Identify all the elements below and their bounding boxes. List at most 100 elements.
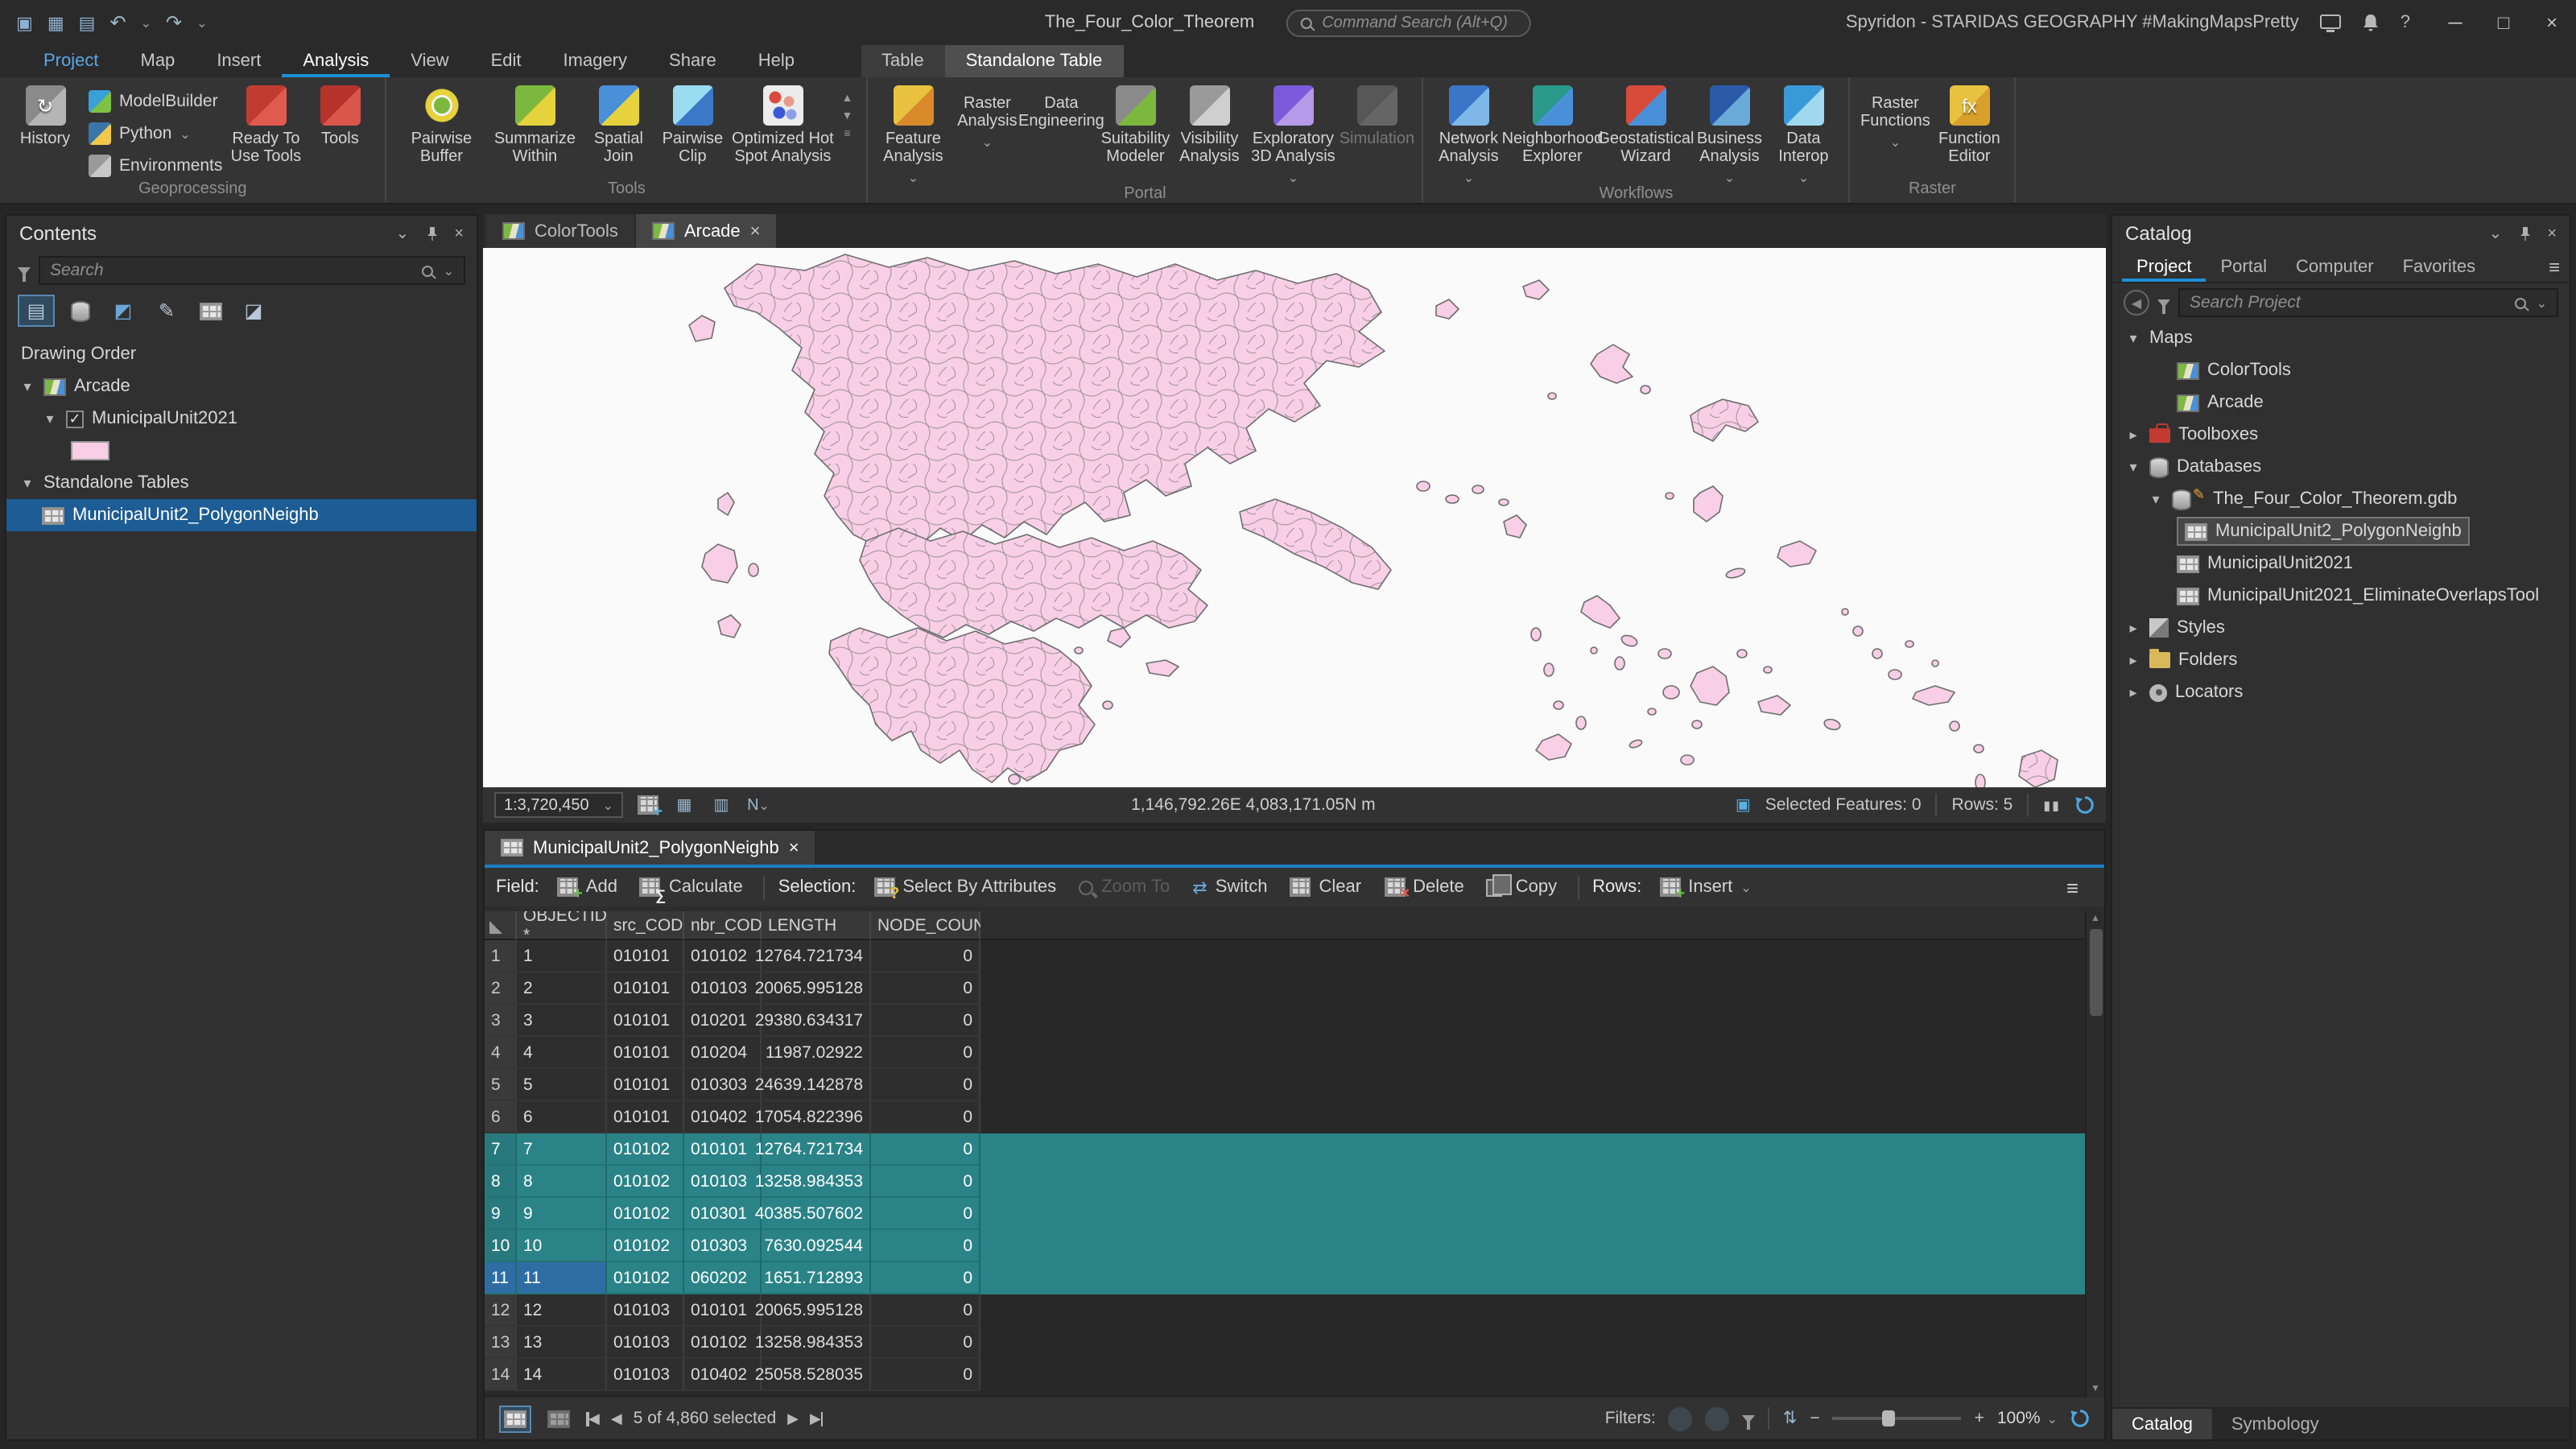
tab-imagery[interactable]: Imagery: [543, 45, 649, 77]
view-tab-colortools[interactable]: ColorTools: [486, 214, 634, 248]
minimize-button[interactable]: ─: [2431, 0, 2479, 45]
pairwise-buffer-button[interactable]: Pairwise Buffer: [394, 80, 488, 166]
catalog-node-colortools[interactable]: ColorTools: [2112, 354, 2570, 386]
expander-icon[interactable]: ▾: [42, 410, 58, 427]
close-button[interactable]: ×: [2528, 0, 2576, 45]
close-table-icon[interactable]: ×: [789, 838, 799, 857]
table-row-selected[interactable]: 10100101020103037630.0925440: [485, 1230, 2104, 1262]
spatial-join-button[interactable]: Spatial Join: [581, 80, 655, 166]
feature-analysis-button[interactable]: Feature Analysis⌄: [876, 80, 950, 185]
environments-button[interactable]: Environments: [89, 153, 222, 179]
add-field-button[interactable]: Add: [549, 874, 625, 900]
column-header-node-count[interactable]: NODE_COUNT: [871, 911, 980, 940]
suitability-modeler-button[interactable]: Suitability Modeler: [1098, 80, 1172, 166]
catalog-node-databases[interactable]: ▾ Databases: [2112, 451, 2570, 483]
list-by-drawing-order-icon[interactable]: ▤: [18, 295, 55, 327]
column-header-length[interactable]: LENGTH: [762, 911, 871, 940]
list-by-snapping-icon[interactable]: [192, 295, 229, 327]
tree-item-standalone-table[interactable]: MunicipalUnit2_PolygonNeighb: [6, 499, 477, 531]
tree-item-layer-municipalunit2021[interactable]: ▾ ✓ MunicipalUnit2021: [6, 402, 477, 435]
save-icon[interactable]: ▣: [16, 12, 33, 33]
back-icon[interactable]: ◀: [2124, 290, 2149, 316]
neighborhood-explorer-button[interactable]: Neighborhood Explorer: [1505, 80, 1599, 166]
tab-help[interactable]: Help: [737, 45, 815, 77]
table-zoom-slider[interactable]: [1833, 1417, 1962, 1420]
table-row[interactable]: 121201010301010120065.9951280: [485, 1294, 2104, 1327]
zoom-level-selector[interactable]: 100%⌄: [1997, 1409, 2058, 1428]
tab-table-contextual[interactable]: Table: [861, 45, 945, 77]
presenter-icon[interactable]: [2320, 14, 2341, 31]
tree-item-layer-symbol[interactable]: [6, 435, 477, 467]
next-record-button[interactable]: ▶: [787, 1410, 799, 1427]
contents-search-input[interactable]: Search ⌄: [39, 256, 465, 285]
tree-item-map-arcade[interactable]: ▾ Arcade: [6, 370, 477, 402]
catalog-tab-project[interactable]: Project: [2122, 251, 2207, 282]
table-row[interactable]: 131301010301010213258.9843530: [485, 1327, 2104, 1359]
bottom-tab-symbology[interactable]: Symbology: [2212, 1409, 2339, 1439]
selection-grid-icon[interactable]: [634, 794, 660, 816]
selected-item-highlight[interactable]: MunicipalUnit2_PolygonNeighb: [2177, 517, 2470, 546]
snapping-icon[interactable]: ▥: [708, 794, 734, 816]
switch-selection-button[interactable]: ⇄Switch: [1184, 873, 1275, 901]
refresh-table-icon[interactable]: [2070, 1409, 2090, 1428]
vertical-scrollbar[interactable]: ▲ ▼: [2085, 911, 2104, 1397]
catalog-node-folders[interactable]: ▸ Folders: [2112, 644, 2570, 676]
catalog-tab-portal[interactable]: Portal: [2207, 251, 2282, 282]
command-search-input[interactable]: Command Search (Alt+Q): [1286, 9, 1531, 36]
table-row[interactable]: 2201010101010320065.9951280: [485, 972, 2104, 1005]
copy-button[interactable]: Copy: [1479, 874, 1565, 900]
signed-in-account[interactable]: Spyridon - STARIDAS GEOGRAPHY #MakingMap…: [1846, 13, 2299, 32]
list-by-labeling-icon[interactable]: ◪: [235, 295, 272, 327]
catalog-node-arcade[interactable]: Arcade: [2112, 386, 2570, 419]
tab-view[interactable]: View: [390, 45, 469, 77]
add-data-icon[interactable]: ▦: [47, 12, 64, 33]
clear-selection-button[interactable]: Clear: [1282, 874, 1370, 900]
column-header-nbr-code[interactable]: nbr_CODE: [684, 911, 762, 940]
catalog-node-maps[interactable]: ▾ Maps: [2112, 322, 2570, 354]
notifications-bell-icon[interactable]: [2362, 13, 2380, 32]
tab-insert[interactable]: Insert: [196, 45, 282, 77]
filters-funnel-icon[interactable]: [1743, 1414, 1756, 1422]
insert-row-button[interactable]: Insert⌄: [1651, 874, 1759, 900]
zoom-to-button[interactable]: Zoom To: [1071, 874, 1178, 900]
close-view-icon[interactable]: ×: [750, 221, 761, 241]
catalog-node-gdb[interactable]: ▾ ✎ The_Four_Color_Theorem.gdb: [2112, 483, 2570, 515]
expander-icon[interactable]: ▾: [19, 378, 35, 395]
table-row[interactable]: 4401010101020411987.029220: [485, 1037, 2104, 1069]
modelbuilder-button[interactable]: ModelBuilder: [89, 89, 222, 114]
panel-options-icon[interactable]: ⌄: [396, 225, 410, 242]
pairwise-clip-button[interactable]: Pairwise Clip: [655, 80, 729, 166]
pause-drawing-icon[interactable]: ▮▮: [2043, 798, 2061, 812]
search-options-icon[interactable]: ⌄: [2537, 295, 2547, 310]
search-options-icon[interactable]: ⌄: [444, 263, 454, 278]
tab-map[interactable]: Map: [120, 45, 196, 77]
pin-icon[interactable]: [2516, 225, 2533, 242]
table-row[interactable]: 141401010301040225058.5280350: [485, 1359, 2104, 1391]
scroll-up-icon[interactable]: ▲: [2091, 914, 2100, 924]
first-record-button[interactable]: ◀: [586, 1410, 600, 1427]
filter-icon[interactable]: [18, 266, 31, 275]
pin-icon[interactable]: [423, 225, 440, 242]
open-project-icon[interactable]: ▤: [79, 12, 96, 33]
business-analysis-button[interactable]: Business Analysis⌄: [1692, 80, 1766, 185]
function-editor-button[interactable]: Function Editor: [1932, 80, 2006, 166]
table-row[interactable]: 5501010101030324639.1428780: [485, 1069, 2104, 1101]
row-height-icon[interactable]: ⇅: [1783, 1409, 1798, 1428]
calculate-field-button[interactable]: Calculate: [632, 874, 751, 900]
summarize-within-button[interactable]: Summarize Within: [488, 80, 581, 166]
table-row-selected[interactable]: 7701010201010112764.7217340: [485, 1133, 2104, 1166]
column-header-src-code[interactable]: src_CODE: [607, 911, 684, 940]
refresh-icon[interactable]: [2075, 795, 2095, 815]
table-view-icon[interactable]: [499, 1405, 531, 1432]
zoom-in-icon[interactable]: +: [1975, 1409, 1984, 1428]
geostatistical-wizard-button[interactable]: Geostatistical Wizard: [1599, 80, 1692, 166]
scroll-down-icon[interactable]: ▼: [2091, 1385, 2100, 1394]
scrollbar-thumb[interactable]: [2089, 929, 2102, 1016]
column-header-objectid[interactable]: OBJECTID *: [517, 911, 607, 940]
exploratory-3d-analysis-button[interactable]: Exploratory 3D Analysis⌄: [1246, 80, 1340, 185]
north-arrow-selector[interactable]: N⌄: [745, 794, 771, 816]
optimized-hot-spot-analysis-button[interactable]: Optimized Hot Spot Analysis: [729, 80, 836, 166]
ready-to-use-tools-button[interactable]: Ready To Use Tools: [229, 80, 303, 166]
raster-functions-button[interactable]: Raster Functions⌄: [1858, 80, 1932, 150]
catalog-node-gdb-table3[interactable]: MunicipalUnit2021_EliminateOverlapsTool: [2112, 580, 2570, 612]
